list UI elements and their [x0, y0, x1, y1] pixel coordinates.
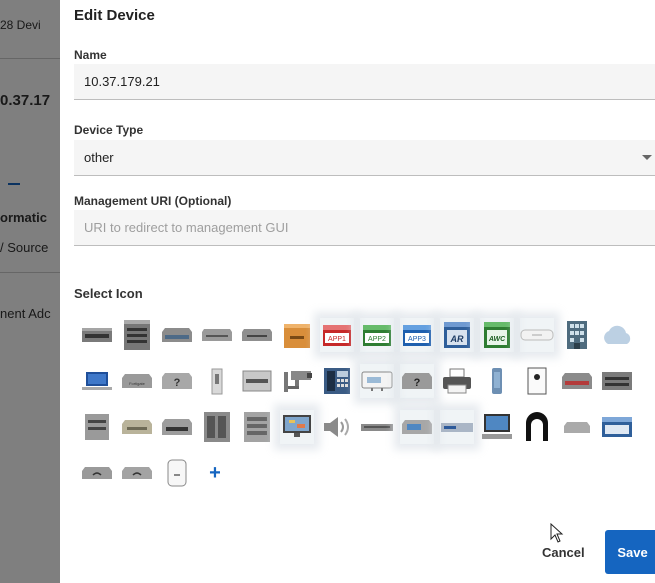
name-input[interactable] — [84, 64, 654, 99]
edit-device-dialog: Edit Device Name Device Type other Manag… — [60, 0, 655, 583]
awc-device-icon[interactable] — [600, 410, 634, 444]
app1-text: APP1 — [328, 336, 346, 343]
management-uri-label: Management URI (Optional) — [74, 194, 232, 208]
ar-text: AR — [450, 334, 464, 344]
storage-icon[interactable] — [400, 410, 434, 444]
chassis-icon[interactable] — [240, 410, 274, 444]
device-type-select[interactable]: other — [74, 140, 655, 176]
add-icon-button[interactable]: + — [198, 456, 232, 490]
awc-text: AWC — [488, 336, 506, 343]
chassis-icon[interactable] — [200, 410, 234, 444]
management-uri-input[interactable] — [84, 210, 654, 245]
rack-switch-icon[interactable] — [600, 364, 634, 398]
chevron-down-icon[interactable] — [642, 155, 652, 160]
poe-switch-icon[interactable] — [560, 364, 594, 398]
app3-text: APP3 — [408, 336, 426, 343]
appliance-icon[interactable] — [240, 318, 274, 352]
dialog-title: Edit Device — [74, 7, 155, 24]
laptop-icon[interactable] — [80, 364, 114, 398]
app2-icon[interactable]: APP2 — [360, 318, 394, 352]
unknown-mark: ? — [414, 377, 421, 389]
access-point-outline-icon[interactable] — [160, 456, 194, 490]
box-icon[interactable] — [280, 318, 314, 352]
app3-icon[interactable]: APP3 — [400, 318, 434, 352]
awc-controller-icon[interactable]: AWC — [480, 318, 514, 352]
wifi-device-icon[interactable] — [120, 456, 154, 490]
chassis-icon[interactable] — [120, 318, 154, 352]
unknown-device-icon[interactable]: ? — [400, 364, 434, 398]
din-rail-icon[interactable] — [200, 364, 234, 398]
router-icon[interactable] — [160, 318, 194, 352]
wifi-device-icon[interactable] — [80, 456, 114, 490]
app2-text: APP2 — [368, 336, 386, 343]
printer-icon[interactable] — [440, 364, 474, 398]
appliance-icon[interactable] — [120, 410, 154, 444]
fortigate-icon[interactable]: Fortigate — [120, 364, 154, 398]
name-label: Name — [74, 48, 107, 62]
ip-phone-icon[interactable] — [320, 364, 354, 398]
cloud-icon[interactable] — [600, 318, 634, 352]
router-icon[interactable] — [160, 410, 194, 444]
unknown-device-icon[interactable]: ? — [160, 364, 194, 398]
access-point-icon[interactable] — [520, 318, 554, 352]
wireless-ap-icon[interactable] — [520, 410, 554, 444]
sensor-icon[interactable] — [520, 364, 554, 398]
speaker-icon[interactable] — [320, 410, 354, 444]
device-type-label: Device Type — [74, 123, 144, 137]
media-converter-icon[interactable] — [480, 364, 514, 398]
camera-icon[interactable] — [280, 364, 314, 398]
monitor-icon[interactable] — [280, 410, 314, 444]
device-type-value: other — [84, 150, 114, 165]
switch-icon[interactable] — [80, 318, 114, 352]
mouse-cursor-icon — [550, 522, 564, 548]
fortigate-text: Fortigate — [129, 381, 146, 386]
select-icon-label: Select Icon — [74, 286, 143, 301]
ar-router-icon[interactable]: AR — [440, 318, 474, 352]
industrial-switch-icon[interactable] — [240, 364, 274, 398]
appliance-icon[interactable] — [560, 410, 594, 444]
app1-icon[interactable]: APP1 — [320, 318, 354, 352]
desktop-icon[interactable] — [480, 410, 514, 444]
server-icon[interactable] — [80, 410, 114, 444]
unknown-mark: ? — [174, 377, 181, 389]
appliance-icon[interactable] — [200, 318, 234, 352]
save-button[interactable]: Save — [605, 530, 655, 574]
modem-icon[interactable] — [440, 410, 474, 444]
management-uri-field[interactable] — [74, 210, 655, 246]
appliance-icon[interactable] — [360, 410, 394, 444]
building-icon[interactable] — [560, 318, 594, 352]
name-field[interactable] — [74, 64, 655, 100]
gateway-icon[interactable] — [360, 364, 394, 398]
